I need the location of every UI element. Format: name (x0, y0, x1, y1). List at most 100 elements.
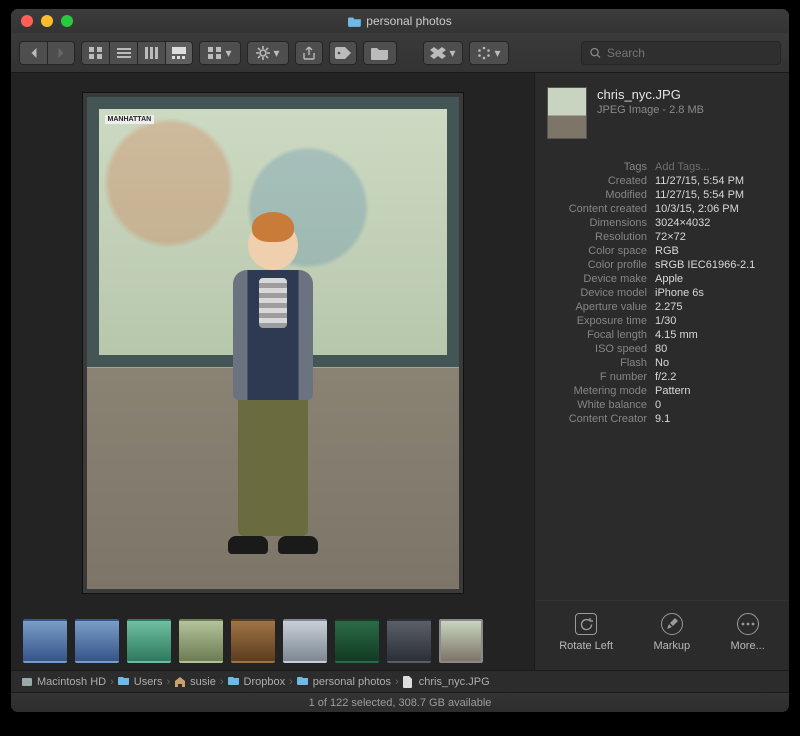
meta-value: 72×72 (655, 231, 777, 243)
more-label: More... (731, 640, 765, 652)
info-pane: chris_nyc.JPG JPEG Image - 2.8 MB Tags A… (534, 73, 789, 670)
meta-key: Color profile (547, 259, 647, 271)
folder-icon (228, 676, 240, 688)
preview-area (11, 73, 534, 612)
search-input[interactable] (607, 46, 772, 60)
path-segment[interactable]: chris_nyc.JPG (403, 676, 490, 688)
meta-value: f/2.2 (655, 371, 777, 383)
new-folder-button[interactable] (363, 41, 397, 65)
dropbox-icon (430, 47, 446, 59)
finder-window: personal photos ▾ ▾ ▾ ▾ (10, 8, 790, 713)
thumbnail[interactable] (387, 619, 431, 663)
main-content: chris_nyc.JPG JPEG Image - 2.8 MB Tags A… (11, 73, 789, 670)
thumbnail[interactable] (439, 619, 483, 663)
meta-value: 11/27/15, 5:54 PM (655, 189, 777, 201)
window-controls (11, 15, 73, 27)
path-label: Macintosh HD (37, 676, 106, 688)
path-segment[interactable]: Dropbox (228, 676, 286, 688)
file-name: chris_nyc.JPG (597, 87, 704, 102)
meta-value: sRGB IEC61966-2.1 (655, 259, 777, 271)
folder-icon (348, 15, 362, 27)
thumbnail[interactable] (127, 619, 171, 663)
meta-value: 10/3/15, 2:06 PM (655, 203, 777, 215)
rotate-left-label: Rotate Left (559, 640, 613, 652)
list-view-button[interactable] (109, 41, 137, 65)
thumbnail[interactable] (283, 619, 327, 663)
thumbnail[interactable] (23, 619, 67, 663)
meta-key: Aperture value (547, 301, 647, 313)
info-header: chris_nyc.JPG JPEG Image - 2.8 MB (535, 73, 789, 143)
nav-buttons (19, 41, 75, 65)
window-title-text: personal photos (366, 14, 451, 28)
meta-key: Modified (547, 189, 647, 201)
rotate-left-button[interactable]: Rotate Left (559, 613, 613, 652)
path-segment[interactable]: Macintosh HD (21, 676, 106, 688)
preview-pane (11, 73, 534, 670)
path-label: personal photos (313, 676, 391, 688)
markup-icon (661, 613, 683, 635)
chevron-right-icon: › (110, 676, 114, 688)
view-mode-buttons (81, 41, 193, 65)
meta-value: No (655, 357, 777, 369)
path-label: Users (134, 676, 163, 688)
status-text: 1 of 122 selected, 308.7 GB available (309, 697, 492, 709)
more-icon (737, 613, 759, 635)
thumbnail[interactable] (75, 619, 119, 663)
meta-key: Resolution (547, 231, 647, 243)
tags-button[interactable] (329, 41, 357, 65)
meta-key: Flash (547, 357, 647, 369)
home-icon (174, 676, 186, 688)
meta-key: Created (547, 175, 647, 187)
markup-label: Markup (653, 640, 690, 652)
status-bar: 1 of 122 selected, 308.7 GB available (11, 692, 789, 712)
markup-button[interactable]: Markup (653, 613, 690, 652)
meta-key: ISO speed (547, 343, 647, 355)
meta-value: 0 (655, 399, 777, 411)
dropbox-button[interactable]: ▾ (423, 41, 463, 65)
meta-value: iPhone 6s (655, 287, 777, 299)
forward-button[interactable] (47, 41, 75, 65)
dropbox-sync-button[interactable]: ▾ (469, 41, 509, 65)
maximize-window-button[interactable] (61, 15, 73, 27)
file-icon (403, 676, 415, 688)
arrange-button[interactable]: ▾ (199, 41, 241, 65)
back-button[interactable] (19, 41, 47, 65)
search-field[interactable] (581, 41, 781, 65)
icon-view-button[interactable] (81, 41, 109, 65)
meta-key-tags: Tags (547, 161, 647, 173)
meta-value: 9.1 (655, 413, 777, 425)
gallery-view-button[interactable] (165, 41, 193, 65)
share-button[interactable] (295, 41, 323, 65)
add-tags-field[interactable]: Add Tags... (655, 161, 777, 173)
meta-value: 80 (655, 343, 777, 355)
more-actions-button[interactable]: More... (731, 613, 765, 652)
meta-value: RGB (655, 245, 777, 257)
meta-value: 3024×4032 (655, 217, 777, 229)
metadata-table: Tags Add Tags... Created 11/27/15, 5:54 P… (535, 143, 789, 431)
meta-key: Color space (547, 245, 647, 257)
chevron-right-icon: › (220, 676, 224, 688)
column-view-button[interactable] (137, 41, 165, 65)
preview-image[interactable] (83, 93, 463, 593)
thumbnail[interactable] (179, 619, 223, 663)
action-button[interactable]: ▾ (247, 41, 289, 65)
folder-icon (371, 46, 389, 60)
path-segment[interactable]: Users (118, 676, 163, 688)
path-segment[interactable]: personal photos (297, 676, 391, 688)
search-icon (590, 47, 601, 59)
thumbnail[interactable] (231, 619, 275, 663)
path-label: Dropbox (244, 676, 286, 688)
close-window-button[interactable] (21, 15, 33, 27)
info-thumbnail (547, 87, 587, 139)
meta-key: Focal length (547, 329, 647, 341)
thumbnail[interactable] (335, 619, 379, 663)
minimize-window-button[interactable] (41, 15, 53, 27)
folder-icon (118, 676, 130, 688)
path-label: susie (190, 676, 216, 688)
titlebar: personal photos (11, 9, 789, 33)
sync-icon (477, 46, 491, 60)
path-segment[interactable]: susie (174, 676, 216, 688)
meta-key: Exposure time (547, 315, 647, 327)
meta-key: Device model (547, 287, 647, 299)
path-bar: Macintosh HD›Users›susie›Dropbox›persona… (11, 670, 789, 692)
